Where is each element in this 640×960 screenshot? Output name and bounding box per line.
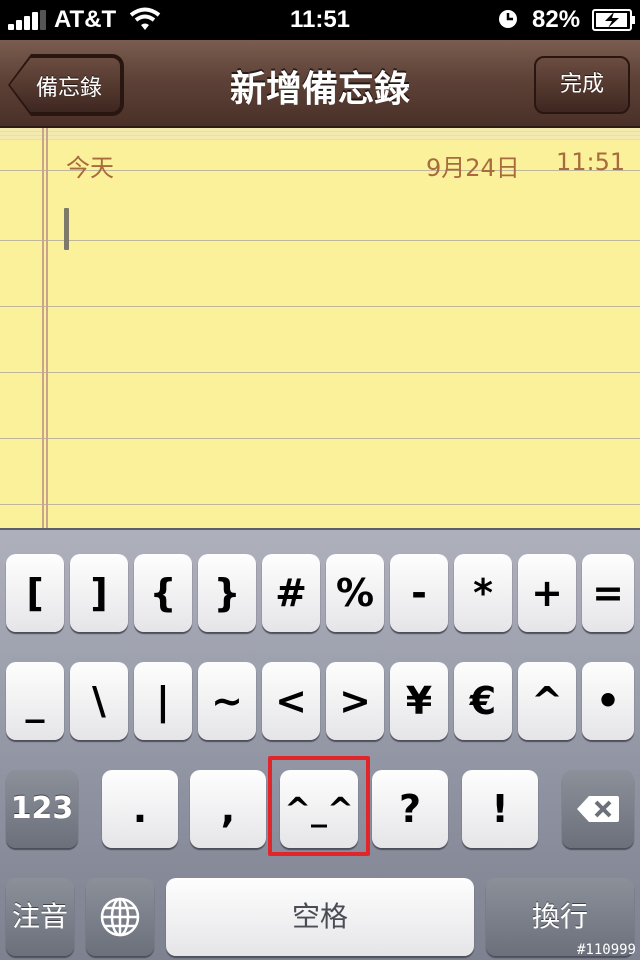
battery-charging-icon xyxy=(592,9,635,31)
zhuyin-key[interactable]: 注音 xyxy=(6,878,74,956)
key-backslash[interactable]: \ xyxy=(70,662,128,740)
text-cursor xyxy=(64,208,69,250)
key-open-bracket[interactable]: [ xyxy=(6,554,64,632)
key-close-bracket[interactable]: ] xyxy=(70,554,128,632)
key-less-than[interactable]: < xyxy=(262,662,320,740)
key-pipe[interactable]: | xyxy=(134,662,192,740)
status-bar: AT&T 11:51 82% xyxy=(0,0,640,40)
backspace-icon xyxy=(577,796,619,822)
key-close-brace[interactable]: } xyxy=(198,554,256,632)
done-button[interactable]: 完成 xyxy=(534,56,630,114)
note-editor[interactable]: 今天 9月24日 11:51 xyxy=(0,128,640,528)
keyboard: [ ] { } # % - * + = _ \ | ~ < > ¥ € ^ • … xyxy=(0,528,640,960)
key-open-brace[interactable]: { xyxy=(134,554,192,632)
margin-line xyxy=(42,128,44,528)
clock-icon xyxy=(499,10,517,28)
key-plus[interactable]: + xyxy=(518,554,576,632)
note-top-edge xyxy=(0,128,640,140)
navigation-bar: 備忘錄 新增備忘錄 完成 xyxy=(0,40,640,128)
key-underscore[interactable]: _ xyxy=(6,662,64,740)
highlight-box xyxy=(268,756,370,856)
key-yen[interactable]: ¥ xyxy=(390,662,448,740)
key-bullet[interactable]: • xyxy=(582,662,634,740)
key-period[interactable]: . xyxy=(102,770,178,848)
key-hash[interactable]: # xyxy=(262,554,320,632)
key-greater-than[interactable]: > xyxy=(326,662,384,740)
key-comma[interactable]: , xyxy=(190,770,266,848)
watermark: #110999 xyxy=(576,942,636,958)
key-caret[interactable]: ^ xyxy=(518,662,576,740)
globe-icon xyxy=(100,897,140,937)
note-date: 9月24日 xyxy=(426,154,520,182)
note-time: 11:51 xyxy=(556,148,626,176)
key-asterisk[interactable]: * xyxy=(454,554,512,632)
key-exclamation[interactable]: ! xyxy=(462,770,538,848)
key-equals[interactable]: = xyxy=(582,554,634,632)
margin-line xyxy=(46,128,48,528)
key-euro[interactable]: € xyxy=(454,662,512,740)
key-percent[interactable]: % xyxy=(326,554,384,632)
key-tilde[interactable]: ~ xyxy=(198,662,256,740)
key-minus[interactable]: - xyxy=(390,554,448,632)
globe-key[interactable] xyxy=(86,878,154,956)
key-question[interactable]: ? xyxy=(372,770,448,848)
delete-key[interactable] xyxy=(562,770,634,848)
note-day-label: 今天 xyxy=(66,154,114,182)
numbers-key[interactable]: 123 xyxy=(6,770,78,848)
space-bar[interactable]: 空格 xyxy=(166,878,474,956)
battery-percentage: 82% xyxy=(532,6,581,33)
